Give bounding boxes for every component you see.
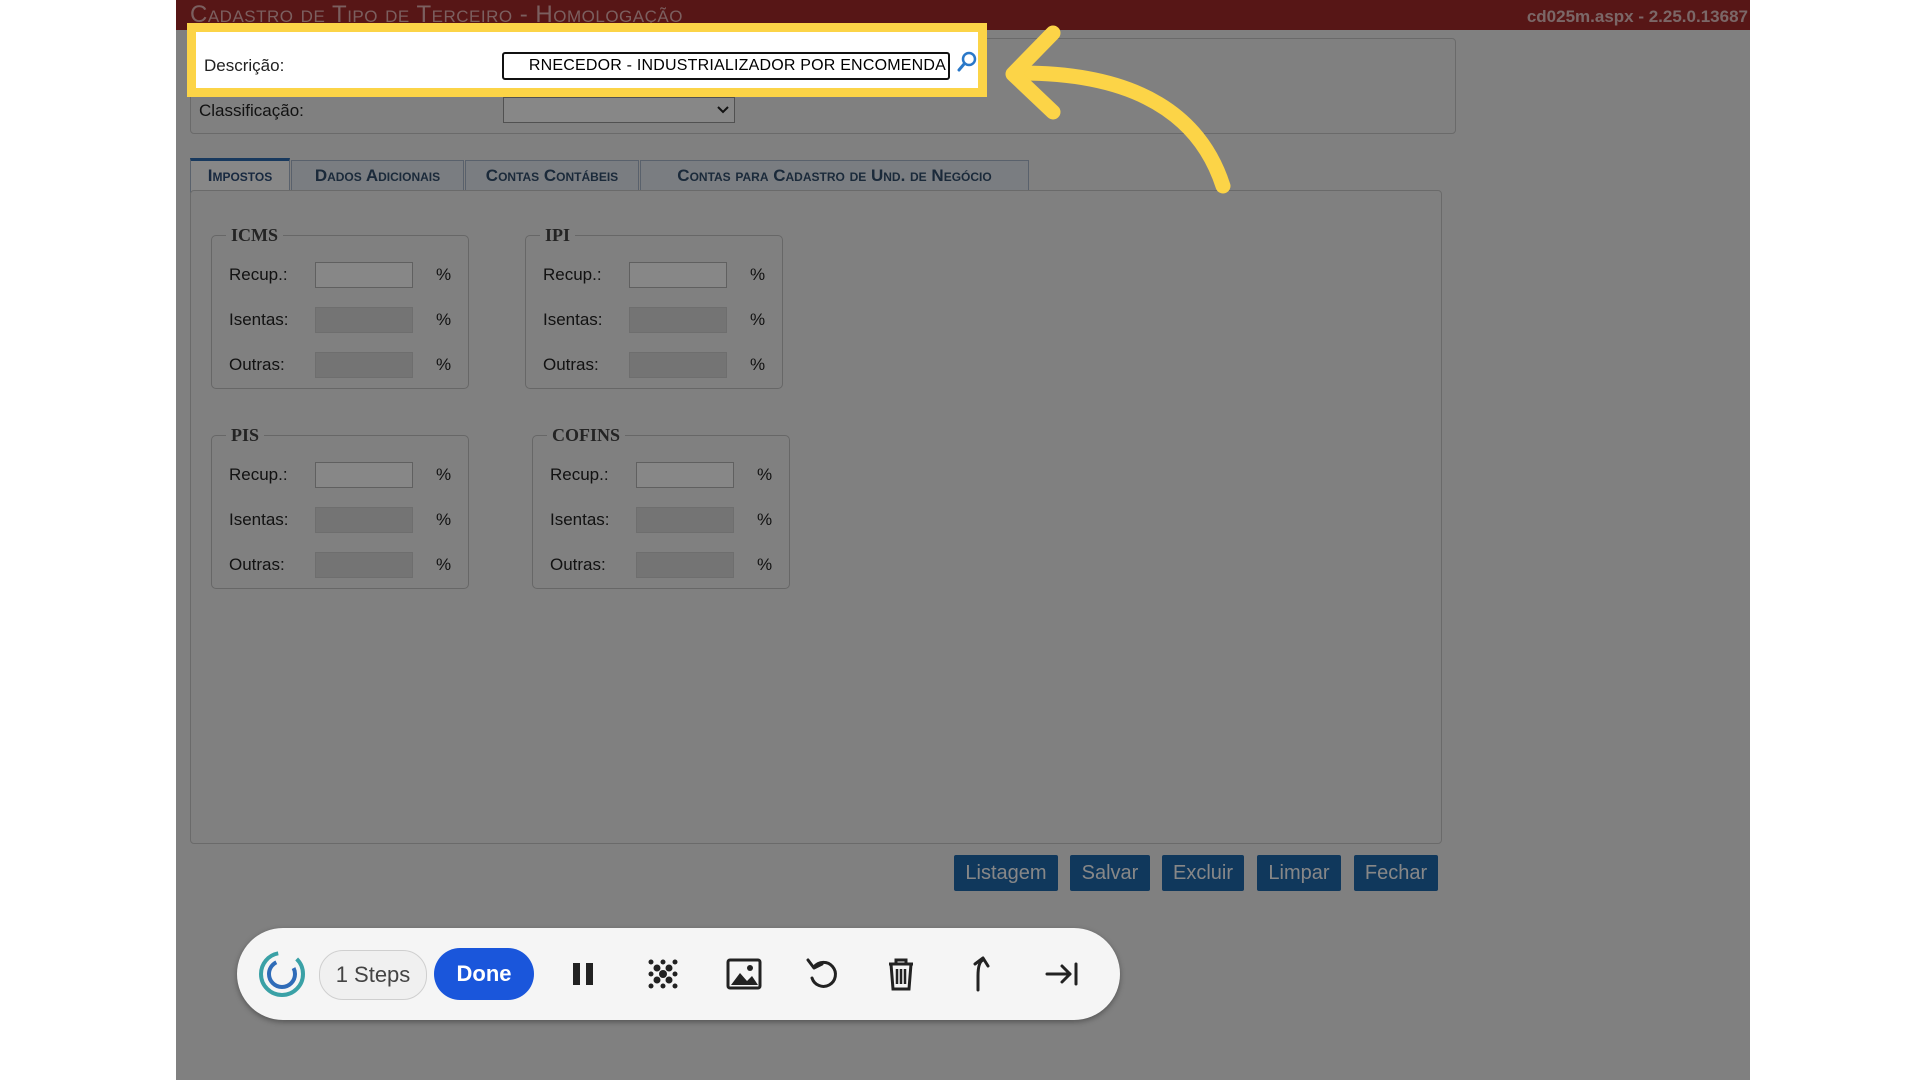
search-icon[interactable] <box>957 50 977 74</box>
image-icon[interactable] <box>724 950 764 998</box>
blur-icon[interactable] <box>643 950 683 998</box>
app-window: Cadastro de Tipo de Terceiro - Homologaç… <box>176 0 1750 1080</box>
steps-counter: 1 Steps <box>319 950 427 1000</box>
done-button[interactable]: Done <box>434 948 534 1000</box>
pause-icon[interactable] <box>568 950 598 998</box>
trash-icon[interactable] <box>881 950 921 998</box>
descricao-label: Descrição: <box>204 56 285 75</box>
descricao-value: RNECEDOR - INDUSTRIALIZADOR POR ENCOMEND… <box>528 57 946 74</box>
highlight-box: Descrição: RNECEDOR - INDUSTRIALIZADOR P… <box>187 23 987 97</box>
undo-icon[interactable] <box>803 950 843 998</box>
pointer-arrow <box>1005 25 1231 194</box>
skip-to-end-icon[interactable] <box>1042 950 1082 998</box>
recorder-logo-icon <box>259 951 305 997</box>
descricao-input[interactable]: RNECEDOR - INDUSTRIALIZADOR POR ENCOMEND… <box>502 52 950 80</box>
recorder-toolbar: 1 Steps Done <box>237 928 1120 1020</box>
dim-overlay <box>176 0 1750 1080</box>
move-up-icon[interactable] <box>961 950 1001 998</box>
